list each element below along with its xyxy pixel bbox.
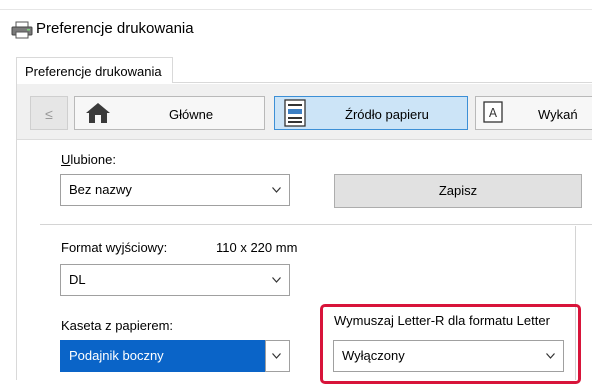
home-icon bbox=[86, 103, 110, 123]
svg-text:A: A bbox=[489, 106, 498, 120]
category-paper-source-button[interactable]: Źródło papieru bbox=[274, 96, 468, 130]
output-format-dropdown[interactable]: DL bbox=[60, 264, 290, 296]
category-finishing-button[interactable]: A Wykań bbox=[475, 96, 592, 130]
chevron-down-icon bbox=[272, 187, 281, 193]
paper-tray-dropdown[interactable]: Podajnik boczny bbox=[60, 340, 266, 372]
paper-tray-icon bbox=[284, 99, 306, 127]
category-main-button[interactable]: Główne bbox=[74, 96, 265, 130]
paper-tray-dropdown-arrow[interactable] bbox=[265, 340, 290, 372]
save-button[interactable]: Zapisz bbox=[334, 174, 582, 208]
force-letter-dropdown[interactable]: Wyłączony bbox=[333, 340, 564, 372]
force-letter-value: Wyłączony bbox=[342, 348, 405, 363]
category-paper-source-label: Źródło papieru bbox=[345, 107, 429, 122]
section-divider bbox=[40, 224, 592, 225]
paper-tray-value: Podajnik boczny bbox=[69, 348, 164, 363]
finishing-icon: A bbox=[483, 101, 503, 123]
paper-tray-label: Kaseta z papierem: bbox=[61, 318, 174, 333]
ribbon-prev-button[interactable]: ≤ bbox=[30, 96, 68, 130]
window-frame bbox=[0, 0, 592, 10]
output-format-value: DL bbox=[69, 272, 86, 287]
favorites-dropdown[interactable]: Bez nazwy bbox=[60, 174, 290, 206]
tab-printing-preferences[interactable]: Preferencje drukowania bbox=[16, 57, 173, 84]
printer-icon bbox=[11, 21, 33, 39]
output-format-size: 110 x 220 mm bbox=[216, 240, 298, 255]
category-finishing-label: Wykań bbox=[538, 107, 578, 122]
chevron-down-icon bbox=[272, 353, 281, 359]
favorites-label: Ulubione: bbox=[61, 152, 116, 167]
chevron-down-icon bbox=[272, 277, 281, 283]
favorites-value: Bez nazwy bbox=[69, 182, 132, 197]
force-letter-label: Wymuszaj Letter-R dla formatu Letter bbox=[334, 313, 550, 328]
chevron-down-icon bbox=[546, 353, 555, 359]
output-format-label: Format wyjściowy: bbox=[61, 240, 168, 255]
window-title: Preferencje drukowania bbox=[36, 20, 194, 37]
category-main-label: Główne bbox=[169, 107, 214, 122]
